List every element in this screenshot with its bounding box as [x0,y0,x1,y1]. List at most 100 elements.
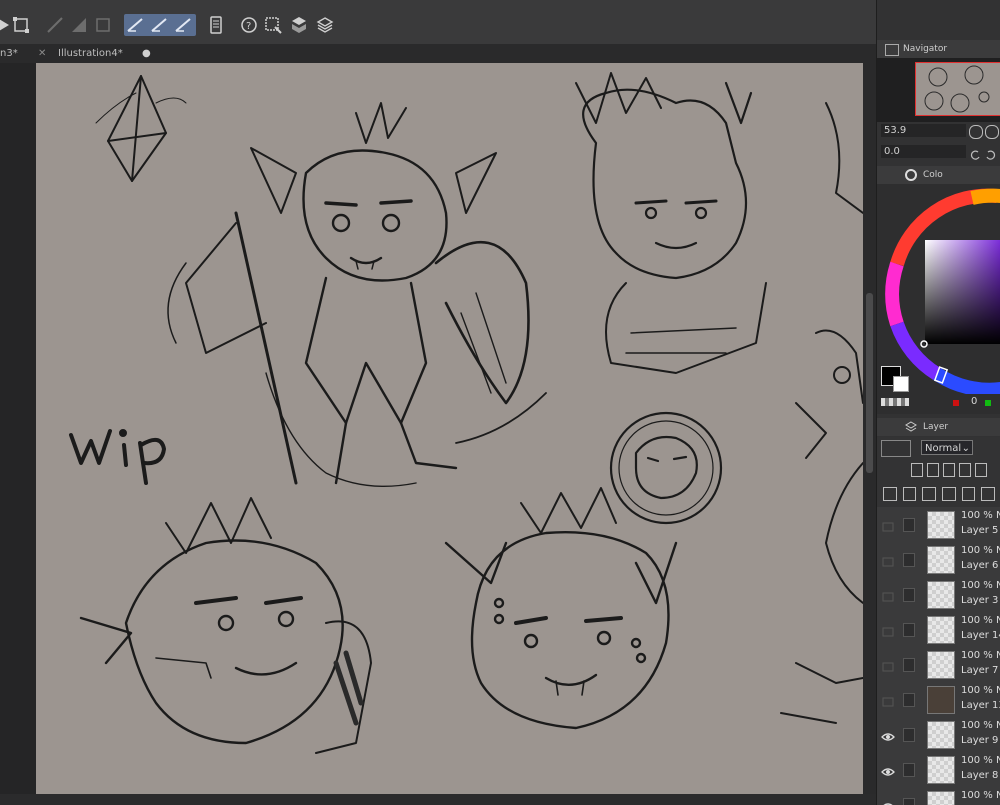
layer-name-text: Layer 6 [961,560,999,571]
layer-opacity-text: 100 % N [961,650,1000,661]
left-scroll-area [0,63,36,794]
layer-name-text: Layer 9 [961,735,999,746]
frame-icon[interactable] [92,14,114,36]
zoom-out-icon[interactable] [969,125,983,139]
tab-illustration3[interactable]: n3* ✕ [0,44,52,63]
layer-icon [905,421,917,433]
duplicate-layer-icon[interactable] [961,487,976,501]
layer-row[interactable]: 100 % N Layer 5 [877,507,1000,543]
navigator-icon [885,44,899,56]
close-icon[interactable]: ✕ [38,44,46,63]
lock-toggle-icon[interactable] [903,623,915,637]
drawing-canvas[interactable]: wip [36,63,863,794]
rotate-right-icon[interactable] [985,146,997,160]
color-panel-header[interactable]: Colo [877,166,1000,184]
navigator-header[interactable]: Navigator [877,40,1000,58]
material-icon[interactable] [288,14,310,36]
blend-mode-select[interactable]: Normal ⌄ [921,440,973,455]
eye-icon[interactable] [881,693,895,707]
right-edge-partial-sketch [780,102,863,724]
select-layer-icon[interactable] [262,14,284,36]
crystal-sketch [95,75,187,182]
layer-opacity-text: 100 % N [961,790,1000,801]
lock-toggle-icon[interactable] [903,553,915,567]
transparent-color-icon[interactable] [881,398,909,406]
fill-icon[interactable] [68,14,90,36]
layer-row[interactable]: 100 % N Layer 14 [877,612,1000,648]
sub-color-swatch[interactable] [893,376,909,392]
layer-blend-row: Normal ⌄ [877,437,1000,459]
layer-property-icon[interactable] [883,487,897,501]
pen-stroke-group [124,14,196,36]
layer-opacity-text: 100 % N [961,615,1000,626]
zoom-in-icon[interactable] [985,125,999,139]
sketch-artwork [69,72,863,754]
layer-row[interactable]: 100 % N Layer 9 [877,717,1000,753]
layer-opacity-text: 100 % N [961,755,1000,766]
eye-icon[interactable] [881,798,895,805]
lock-toggle-icon[interactable] [903,588,915,602]
layer-row[interactable]: 100 % N Layer 8 [877,752,1000,788]
layer-tool-icons [911,463,999,477]
top-toolbar: ? [0,0,1000,45]
lock-toggle-icon[interactable] [903,658,915,672]
tab-illustration4[interactable]: Illustration4* ● [58,44,152,63]
layer-name-text: Layer 7 [961,665,999,676]
eye-icon[interactable] [881,763,895,776]
layer-panel-title: Layer [923,422,949,432]
clip-layer-icon[interactable] [911,463,923,477]
modified-dot-icon: ● [142,48,151,59]
eye-icon[interactable] [881,728,895,741]
layers-stack-icon[interactable] [314,14,336,36]
layer-opacity-text: 100 % N [961,510,1000,521]
layer-row[interactable]: 100 % N Layer 6 [877,542,1000,578]
layer-opacity-text: 100 % N [961,545,1000,556]
color-panel-title: Colo [923,170,943,180]
layer-color-dropdown[interactable] [881,440,911,457]
eye-icon[interactable] [881,658,895,672]
new-vector-layer-icon[interactable] [922,487,937,501]
lock-layer-icon[interactable] [943,463,955,477]
color-count-value: 0 [971,396,978,407]
color-wheel[interactable] [877,184,1000,397]
layer-panel-header[interactable]: Layer [877,418,1000,436]
navigator-preview[interactable] [877,58,1000,122]
transform-icon[interactable] [10,14,32,36]
lock-toggle-icon[interactable] [903,798,915,805]
eye-icon[interactable] [881,518,895,532]
canvas-vertical-scrollbar[interactable] [863,63,876,794]
rotation-field[interactable]: 0.0 [881,145,966,158]
lock-alpha-icon[interactable] [959,463,971,477]
device-icon[interactable] [205,14,227,36]
lock-toggle-icon[interactable] [903,518,915,532]
layer-opacity-text: 100 % N [961,685,1000,696]
wolf-character-sketch [575,72,767,374]
assist-icon[interactable]: ? [238,14,260,36]
new-folder-icon[interactable] [942,487,956,501]
eye-icon[interactable] [881,623,895,637]
lock-toggle-icon[interactable] [903,763,915,777]
rotate-left-icon[interactable] [969,146,981,160]
rotation-value: 0.0 [884,146,900,157]
navigator-frame[interactable] [915,62,1000,116]
delete-layer-icon[interactable] [981,487,996,501]
blend-mode-value: Normal [925,443,962,454]
eye-icon[interactable] [881,588,895,602]
layer-row[interactable]: 100 % N Layer 3 [877,577,1000,613]
layer-row[interactable]: 100 % N [877,787,1000,805]
ruler-icon[interactable] [44,14,66,36]
lock-toggle-icon[interactable] [903,693,915,707]
reference-layer-icon[interactable] [927,463,939,477]
layer-thumbnail [927,791,955,805]
layer-row[interactable]: 100 % N Layer 13 [877,682,1000,718]
layer-name-text: Layer 14 [961,630,1000,641]
mask-icon[interactable] [975,463,987,477]
layer-row[interactable]: 100 % N Layer 7 [877,647,1000,683]
tab-label: n3* [0,48,18,59]
new-raster-layer-icon[interactable] [902,487,917,501]
wip-text-sketch [69,429,166,485]
lock-toggle-icon[interactable] [903,728,915,742]
scrollbar-thumb[interactable] [866,293,873,473]
zoom-field[interactable]: 53.9 [881,124,966,137]
eye-icon[interactable] [881,553,895,567]
